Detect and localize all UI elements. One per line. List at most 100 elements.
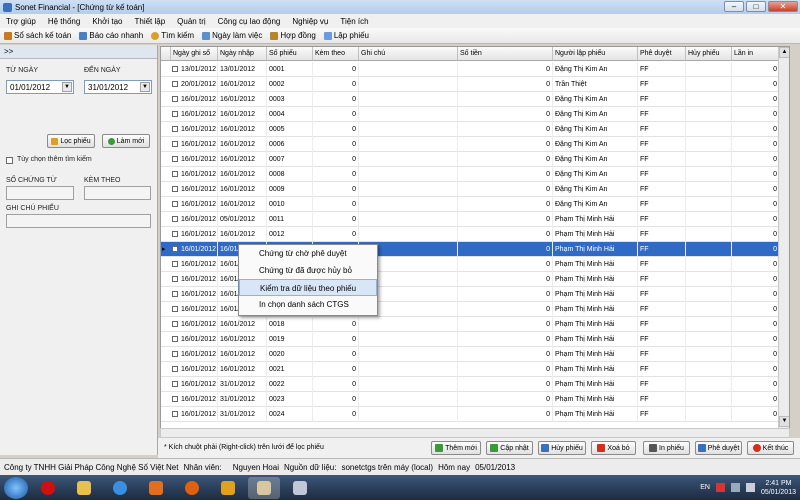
menu-init[interactable]: Khởi tạo xyxy=(92,17,122,26)
delete-button[interactable]: Xoá bỏ xyxy=(591,441,636,455)
table-row[interactable]: 13/01/2012 13/01/2012 0001 0 0 Đặng Thị Kim A… xyxy=(161,62,789,77)
print-button[interactable]: In phiếu xyxy=(643,441,690,455)
toolbar-contract-button[interactable]: Hợp đồng xyxy=(270,31,316,40)
table-row[interactable]: 16/01/2012 16/01/2012 0005 0 0 Đặng Thị Kim A… xyxy=(161,122,789,137)
table-row[interactable]: 16/01/2012 16/01/2012 0003 0 0 Đặng Thị Kim A… xyxy=(161,92,789,107)
maximize-button[interactable]: □ xyxy=(746,1,766,12)
table-row[interactable]: 16/01/2012 31/01/2012 0022 0 0 Phạm Thị Minh … xyxy=(161,377,789,392)
row-expand-icon[interactable] xyxy=(172,141,178,147)
toolbar-create-form-button[interactable]: Lập phiếu xyxy=(323,31,369,40)
collapse-toggle[interactable]: >> xyxy=(0,45,157,59)
column-header[interactable]: Hủy phiếu xyxy=(686,47,732,61)
update-button[interactable]: Cập nhật xyxy=(486,441,533,455)
table-row[interactable]: 16/01/2012 16/01/2012 0009 0 0 Đặng Thị Kim A… xyxy=(161,182,789,197)
taskbar-tool[interactable] xyxy=(284,477,316,499)
network-icon[interactable] xyxy=(730,483,740,492)
column-header[interactable]: Ngày nhập xyxy=(218,47,267,61)
menu-setup[interactable]: Thiết lập xyxy=(134,17,165,26)
table-row[interactable]: 16/01/2012 16/01/2012 0019 0 0 Phạm Thị Minh … xyxy=(161,332,789,347)
column-header[interactable]: Lần in xyxy=(732,47,780,61)
filter-button[interactable]: Lọc phiếu xyxy=(47,134,95,148)
table-row[interactable]: 16/01/2012 31/01/2012 0024 0 0 Phạm Thị Minh … xyxy=(161,407,789,422)
chevron-down-icon[interactable]: ▼ xyxy=(62,82,72,92)
scroll-up-icon[interactable]: ▲ xyxy=(779,47,789,58)
table-row[interactable]: 16/01/2012 16/01/2012 0018 0 0 Phạm Thị Minh … xyxy=(161,317,789,332)
cancel-doc-button[interactable]: Hủy phiếu xyxy=(538,441,586,455)
start-button[interactable] xyxy=(4,476,28,499)
table-row[interactable]: 16/01/2012 16/01/2012 0006 0 0 Đặng Thị Kim A… xyxy=(161,137,789,152)
clock[interactable]: 2:41 PM 05/01/2013 xyxy=(761,479,796,497)
table-row[interactable]: 16/01/2012 16/01/2012 0008 0 0 Đặng Thị Kim A… xyxy=(161,167,789,182)
table-row[interactable]: 16/01/2012 05/01/2012 0011 0 0 Phạm Thị Minh … xyxy=(161,212,789,227)
row-expand-icon[interactable] xyxy=(172,246,178,252)
taskbar-firefox[interactable] xyxy=(176,477,208,499)
ctx-cancelled-docs[interactable]: Chứng từ đã được hủy bỏ xyxy=(239,262,377,279)
row-expand-icon[interactable] xyxy=(172,216,178,222)
taskbar-app[interactable] xyxy=(212,477,244,499)
row-expand-icon[interactable] xyxy=(172,186,178,192)
column-header[interactable]: Ghi chú xyxy=(359,47,458,61)
row-expand-icon[interactable] xyxy=(172,291,178,297)
row-expand-icon[interactable] xyxy=(172,171,178,177)
row-expand-icon[interactable] xyxy=(172,366,178,372)
taskbar-opera[interactable] xyxy=(32,477,64,499)
vouchers-grid[interactable]: Ngày ghi sổ Ngày nhập Số phiếu Kèm theo Ghi … xyxy=(160,46,790,438)
taskbar-explorer[interactable] xyxy=(68,477,100,499)
table-row[interactable]: 16/01/2012 16/01/2012 0004 0 0 Đặng Thị Kim A… xyxy=(161,107,789,122)
row-expand-icon[interactable] xyxy=(172,261,178,267)
approve-button[interactable]: Phê duyệt xyxy=(695,441,742,455)
row-expand-icon[interactable] xyxy=(172,66,178,72)
column-header[interactable]: Kèm theo xyxy=(313,47,359,61)
exit-button[interactable]: Kết thúc xyxy=(747,441,794,455)
table-row[interactable]: 16/01/2012 16/01/2012 0021 0 0 Phạm Thị Minh … xyxy=(161,362,789,377)
column-header[interactable]: Phê duyệt xyxy=(638,47,686,61)
table-row[interactable]: 16/01/2012 16/01/2012 0020 0 0 Phạm Thị Minh … xyxy=(161,347,789,362)
language-indicator[interactable]: EN xyxy=(700,484,710,491)
row-expand-icon[interactable] xyxy=(172,81,178,87)
attachment-input[interactable] xyxy=(84,186,151,200)
volume-icon[interactable] xyxy=(745,483,755,492)
more-options-checkbox[interactable] xyxy=(6,157,13,164)
ctx-pending-approval[interactable]: Chứng từ chờ phê duyệt xyxy=(239,245,377,262)
row-expand-icon[interactable] xyxy=(172,306,178,312)
ctx-check-data[interactable]: Kiểm tra dữ liệu theo phiếu xyxy=(239,279,377,296)
minimize-button[interactable]: – xyxy=(724,1,744,12)
scroll-down-icon[interactable]: ▼ xyxy=(779,416,789,427)
chevron-down-icon[interactable]: ▼ xyxy=(140,82,150,92)
close-button[interactable]: ✕ xyxy=(768,1,798,12)
toolbar-workday-button[interactable]: Ngày làm việc xyxy=(202,31,262,40)
vertical-scrollbar[interactable]: ▲ ▼ xyxy=(778,47,789,437)
row-expand-icon[interactable] xyxy=(172,411,178,417)
row-expand-icon[interactable] xyxy=(172,156,178,162)
toolbar-search-button[interactable]: Tìm kiếm xyxy=(151,31,194,40)
ctx-print-list[interactable]: In chọn danh sách CTGS xyxy=(239,296,377,313)
table-row[interactable]: 20/01/201216/01/2012000200Trần ThiệtFF0N… xyxy=(161,77,789,92)
table-row[interactable]: 16/01/2012 16/01/2012 0007 0 0 Đặng Thị Kim A… xyxy=(161,152,789,167)
taskbar-finance-app[interactable] xyxy=(248,476,280,499)
row-expand-icon[interactable] xyxy=(172,321,178,327)
row-expand-icon[interactable] xyxy=(172,381,178,387)
table-row[interactable]: 16/01/2012 16/01/2012 0010 0 0 Đặng Thị Kim A… xyxy=(161,197,789,212)
toolbar-quick-report-button[interactable]: Báo cáo nhanh xyxy=(79,31,143,40)
row-expand-icon[interactable] xyxy=(172,201,178,207)
menu-operations[interactable]: Nghiệp vụ xyxy=(292,17,328,26)
column-header[interactable]: Người lập phiếu xyxy=(553,47,638,61)
taskbar-media[interactable] xyxy=(140,477,172,499)
to-date-picker[interactable]: 31/01/2012 ▼ xyxy=(84,80,152,94)
from-date-picker[interactable]: 01/01/2012 ▼ xyxy=(6,80,74,94)
row-expand-icon[interactable] xyxy=(172,351,178,357)
refresh-button[interactable]: Làm mới xyxy=(102,134,150,148)
horizontal-scrollbar[interactable] xyxy=(160,428,790,438)
taskbar-ie[interactable] xyxy=(104,477,136,499)
row-expand-icon[interactable] xyxy=(172,231,178,237)
menu-help[interactable]: Trợ giúp xyxy=(6,17,36,26)
menu-tools[interactable]: Công cụ lao động xyxy=(218,17,281,26)
row-expand-icon[interactable] xyxy=(172,96,178,102)
doc-number-input[interactable] xyxy=(6,186,74,200)
vietkey-icon[interactable] xyxy=(715,483,725,492)
column-header[interactable]: Số tiền xyxy=(458,47,553,61)
add-new-button[interactable]: Thêm mới xyxy=(431,441,481,455)
menu-utilities[interactable]: Tiện ích xyxy=(340,17,368,26)
note-input[interactable] xyxy=(6,214,151,228)
row-expand-icon[interactable] xyxy=(172,336,178,342)
